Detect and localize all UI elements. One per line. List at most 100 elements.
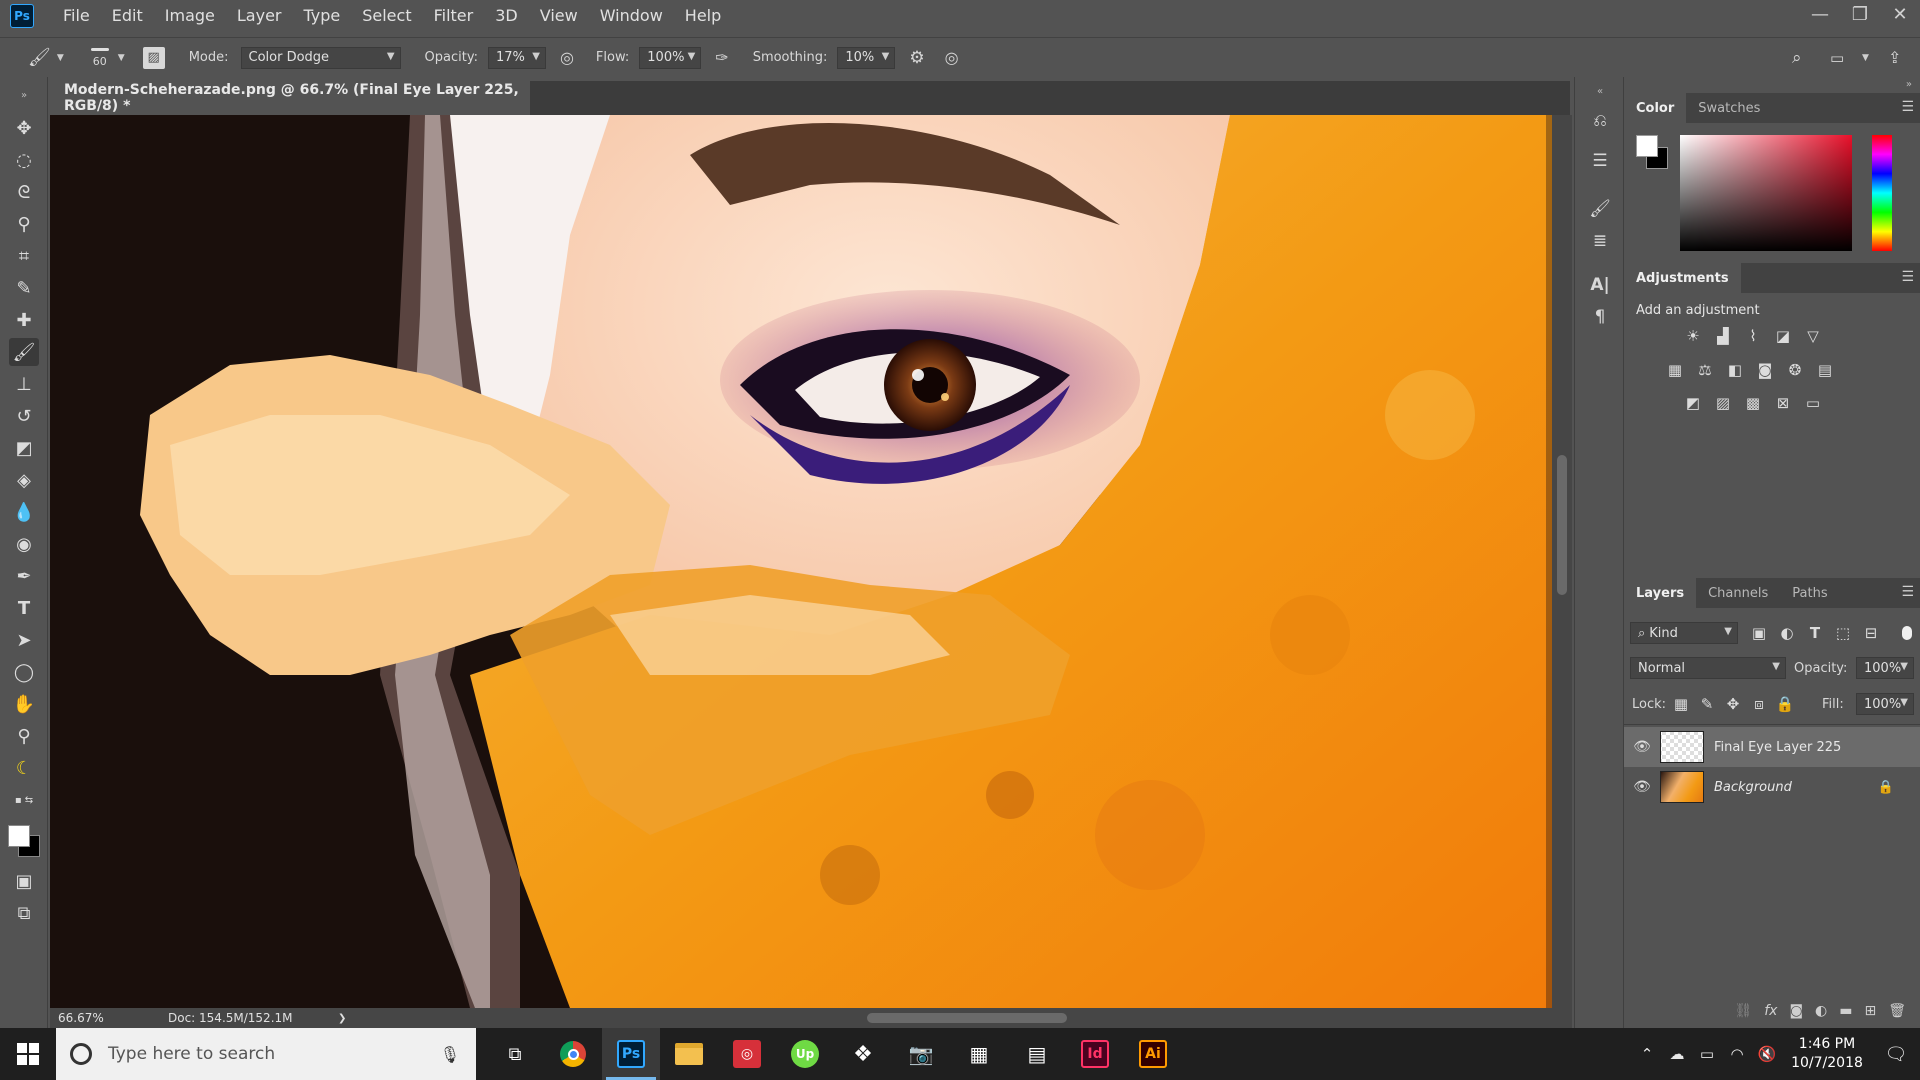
properties-panel-icon[interactable]: ☰	[1588, 149, 1612, 173]
taskbar-clock[interactable]: 1:46 PM 10/7/2018	[1782, 1035, 1872, 1073]
wifi-icon[interactable]: ◠	[1722, 1045, 1752, 1063]
lasso-tool-icon[interactable]: ᘓ	[9, 178, 39, 206]
healing-brush-tool-icon[interactable]: ✚	[9, 306, 39, 334]
menu-edit[interactable]: Edit	[101, 0, 154, 32]
layer-row[interactable]: 👁 Final Eye Layer 225	[1624, 727, 1920, 767]
new-adjustment-layer-icon[interactable]: ◐	[1815, 1003, 1827, 1019]
brush-settings-toggle-icon[interactable]: ▨	[142, 46, 165, 69]
filter-adjustment-icon[interactable]: ◐	[1776, 622, 1798, 644]
zoom-level[interactable]: 66.67%	[58, 1011, 148, 1025]
smoothing-field[interactable]: 10% ▼	[837, 46, 896, 69]
taskbar-app-file-explorer[interactable]	[660, 1028, 718, 1080]
search-icon[interactable]: ⌕	[1792, 48, 1802, 68]
type-tool-icon[interactable]: T	[9, 594, 39, 622]
levels-icon[interactable]: ▟	[1712, 325, 1734, 347]
tab-paths[interactable]: Paths	[1780, 578, 1839, 608]
taskbar-app-illustrator[interactable]: Ai	[1124, 1028, 1182, 1080]
horizontal-scrollbar-thumb[interactable]	[867, 1013, 1067, 1023]
chevron-down-icon[interactable]: ▼	[1862, 53, 1869, 63]
default-colors-icon[interactable]: ▪ ⇆	[9, 786, 39, 814]
filter-shape-icon[interactable]: ⬚	[1832, 622, 1854, 644]
layer-row[interactable]: 👁 Background 🔒	[1624, 767, 1920, 807]
visibility-eye-icon[interactable]: 👁	[1624, 779, 1660, 795]
taskbar-app-indesign[interactable]: Id	[1066, 1028, 1124, 1080]
photo-filter-icon[interactable]: ◙	[1754, 359, 1776, 381]
clone-stamp-tool-icon[interactable]: ⊥	[9, 370, 39, 398]
layer-opacity-field[interactable]: 100% ▼	[1856, 657, 1914, 679]
eraser-tool-icon[interactable]: ◩	[9, 434, 39, 462]
pressure-size-icon[interactable]: ◎	[945, 48, 959, 67]
quick-select-tool-icon[interactable]: ⚲	[9, 210, 39, 238]
expand-panel-icon[interactable]: «	[1588, 79, 1612, 103]
ellipse-tool-icon[interactable]: ◯	[9, 658, 39, 686]
menu-select[interactable]: Select	[351, 0, 422, 32]
airbrush-icon[interactable]: ✑	[715, 48, 728, 67]
invert-icon[interactable]: ◩	[1682, 392, 1704, 414]
hue-slider[interactable]	[1872, 135, 1892, 251]
layer-name[interactable]: Background	[1714, 780, 1792, 795]
menu-help[interactable]: Help	[674, 0, 732, 32]
taskbar-app-upwork[interactable]: Up	[776, 1028, 834, 1080]
restore-button[interactable]: ❐	[1840, 0, 1880, 28]
brush-settings-panel-icon[interactable]: 🖌	[1588, 197, 1612, 221]
task-view-button[interactable]: ⧉	[486, 1028, 544, 1080]
battery-icon[interactable]: ▭	[1692, 1045, 1722, 1063]
taskbar-app-instagram[interactable]: ◎	[718, 1028, 776, 1080]
hand-tool-icon[interactable]: ✋	[9, 690, 39, 718]
lock-all-icon[interactable]: 🔒	[1774, 693, 1796, 715]
menu-image[interactable]: Image	[154, 0, 226, 32]
delete-layer-trash-icon[interactable]: 🗑	[1888, 1003, 1906, 1019]
filter-toggle[interactable]	[1902, 626, 1912, 640]
taskbar-app-calendar[interactable]: ▦	[950, 1028, 1008, 1080]
posterize-icon[interactable]: ▨	[1712, 392, 1734, 414]
opacity-field[interactable]: 17% ▼	[487, 46, 546, 69]
collapse-panels-icon[interactable]: »	[1906, 79, 1912, 90]
document-tab[interactable]: Modern-Scheherazade.png @ 66.7% (Final E…	[50, 81, 530, 115]
vertical-scrollbar-thumb[interactable]	[1557, 455, 1567, 595]
chevron-up-icon[interactable]: ⌃	[1632, 1045, 1662, 1063]
menu-layer[interactable]: Layer	[226, 0, 293, 32]
document-canvas[interactable]	[50, 115, 1552, 1008]
layer-filter-dropdown[interactable]: ⌕ Kind ▼	[1630, 622, 1738, 644]
taskbar-app-chrome[interactable]	[544, 1028, 602, 1080]
taskbar-search-box[interactable]: Type here to search 🎙	[56, 1028, 476, 1080]
gradient-map-icon[interactable]: ▭	[1802, 392, 1824, 414]
gear-icon[interactable]: ⚙	[909, 48, 924, 68]
black-white-icon[interactable]: ◧	[1724, 359, 1746, 381]
layer-name[interactable]: Final Eye Layer 225	[1714, 740, 1841, 755]
tab-channels[interactable]: Channels	[1696, 578, 1780, 608]
status-menu-arrow[interactable]: ❯	[338, 1013, 346, 1024]
flow-field[interactable]: 100% ▼	[639, 46, 702, 69]
path-selection-tool-icon[interactable]: ➤	[9, 626, 39, 654]
foreground-background-swatch[interactable]	[6, 823, 42, 859]
exposure-icon[interactable]: ◪	[1772, 325, 1794, 347]
panel-menu-icon[interactable]: ☰	[1901, 584, 1914, 600]
history-panel-icon[interactable]: ⎌	[1588, 109, 1612, 133]
share-icon[interactable]: ⇪	[1888, 48, 1901, 67]
chevron-down-icon[interactable]: ▼	[57, 53, 64, 63]
close-button[interactable]: ✕	[1880, 0, 1920, 28]
quick-mask-icon[interactable]: ▣	[9, 867, 39, 895]
blur-tool-icon[interactable]: 💧	[9, 498, 39, 526]
tab-adjustments[interactable]: Adjustments	[1624, 263, 1741, 293]
menu-3d[interactable]: 3D	[484, 0, 529, 32]
taskbar-app-photoshop[interactable]: Ps	[602, 1028, 660, 1080]
taskbar-app-calculator[interactable]: ▤	[1008, 1028, 1066, 1080]
paragraph-panel-icon[interactable]: ¶	[1588, 305, 1612, 329]
menu-window[interactable]: Window	[589, 0, 674, 32]
tab-swatches[interactable]: Swatches	[1686, 93, 1772, 123]
brush-size-picker[interactable]: 60	[88, 47, 112, 68]
color-fg-bg-swatch[interactable]	[1634, 133, 1670, 173]
brush-tool-preset-icon[interactable]: 🖌	[28, 47, 51, 68]
color-field[interactable]	[1680, 135, 1852, 251]
link-layers-icon[interactable]: ⛓	[1734, 1003, 1752, 1019]
onedrive-cloud-icon[interactable]: ☁	[1662, 1045, 1692, 1063]
chevron-down-icon[interactable]: ▼	[118, 53, 125, 63]
layer-style-fx-icon[interactable]: fx	[1764, 1003, 1777, 1019]
collapse-panel-icon[interactable]: »	[9, 81, 39, 109]
vertical-scrollbar[interactable]	[1552, 115, 1572, 1008]
move-tool-icon[interactable]: ✥	[9, 114, 39, 142]
volume-muted-icon[interactable]: 🔇	[1752, 1045, 1782, 1063]
character-panel-icon[interactable]: A|	[1588, 273, 1612, 297]
dodge-tool-icon[interactable]: ◉	[9, 530, 39, 558]
